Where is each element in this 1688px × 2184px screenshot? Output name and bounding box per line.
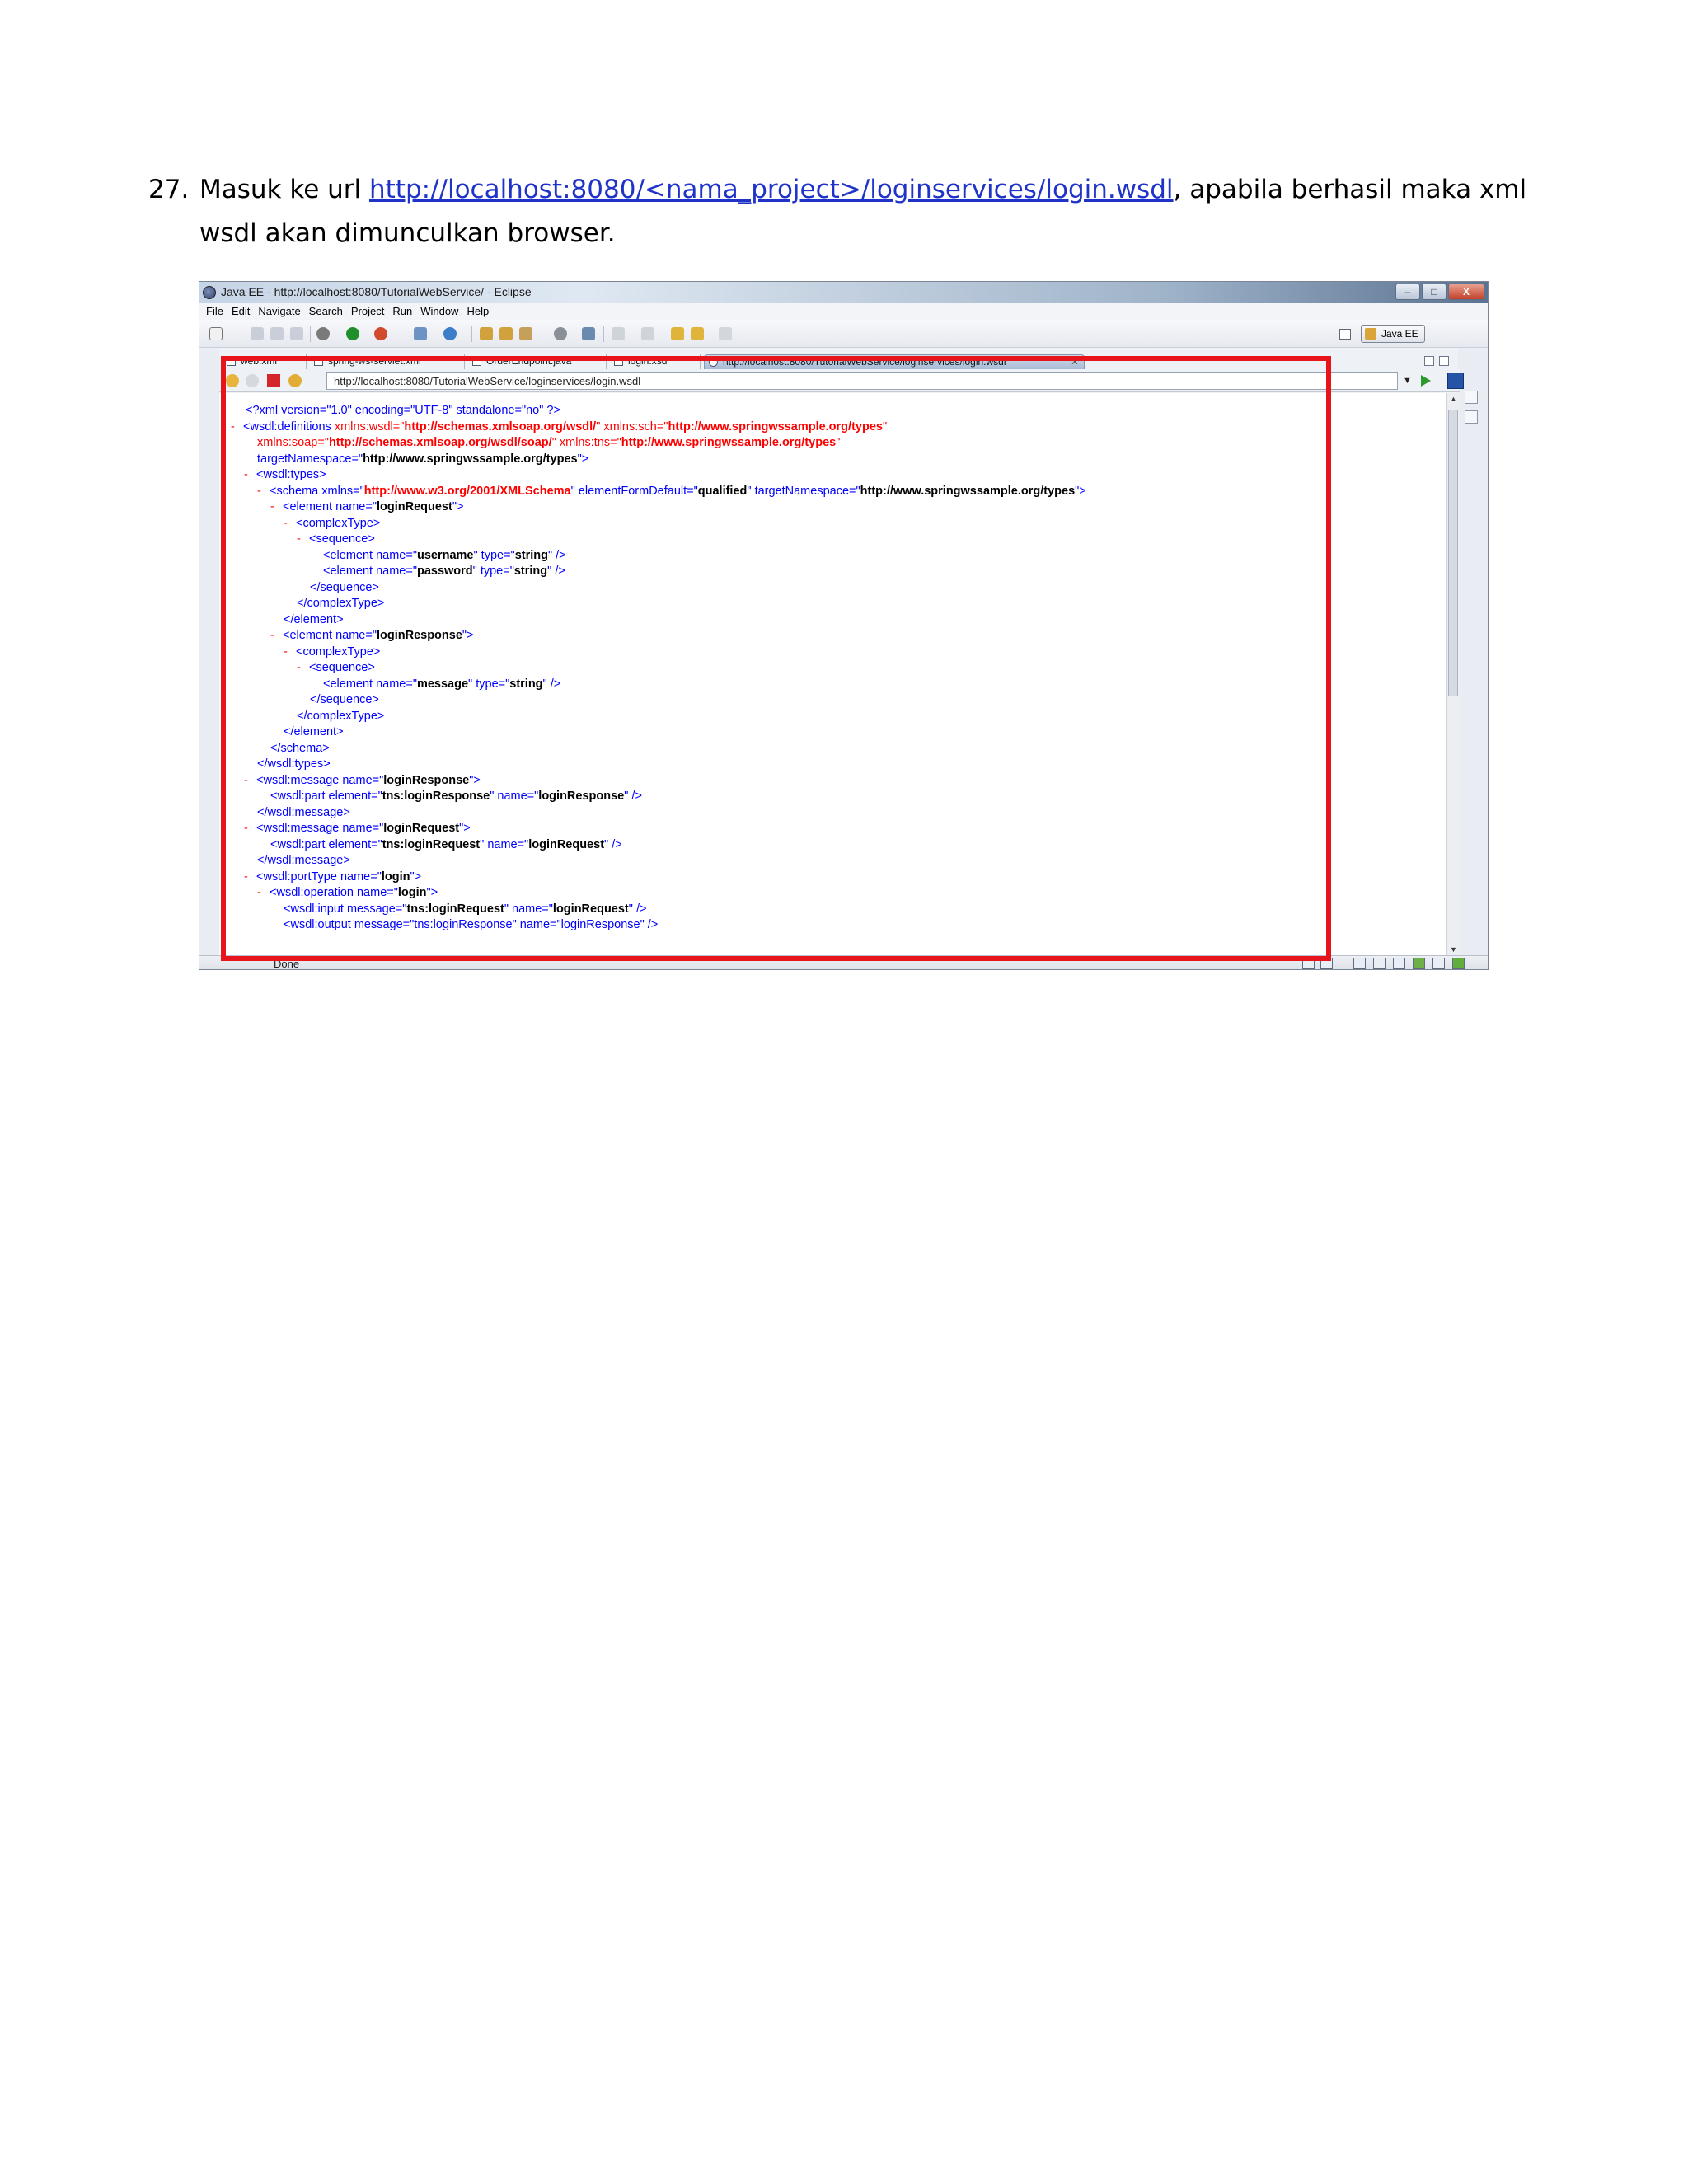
run-icon[interactable] xyxy=(346,327,359,340)
prev-annotation-icon[interactable] xyxy=(641,327,654,340)
menu-file[interactable]: File xyxy=(206,303,232,320)
open-type-icon[interactable] xyxy=(480,327,493,340)
menu-window[interactable]: Window xyxy=(420,303,467,320)
status-icon[interactable] xyxy=(1452,958,1465,969)
last-edit-icon[interactable] xyxy=(671,327,684,340)
instruction-text: Masuk ke url http://localhost:8080/<nama… xyxy=(199,168,1551,255)
window-title: Java EE - http://localhost:8080/Tutorial… xyxy=(221,285,532,298)
external-browser-icon[interactable] xyxy=(1447,373,1464,389)
menu-navigate[interactable]: Navigate xyxy=(258,303,308,320)
perspective-icon xyxy=(1365,328,1376,340)
minimize-button[interactable]: – xyxy=(1395,284,1420,300)
title-bar: Java EE - http://localhost:8080/Tutorial… xyxy=(199,282,1488,303)
instruction-prefix: Masuk ke url xyxy=(199,175,369,204)
globe-icon[interactable] xyxy=(554,327,567,340)
status-icon[interactable] xyxy=(1393,958,1405,969)
go-icon[interactable] xyxy=(1421,375,1431,387)
right-trim-bar xyxy=(1458,349,1488,959)
main-toolbar: Java EE xyxy=(199,320,1488,348)
save-icon[interactable] xyxy=(251,327,264,340)
open-perspective-icon[interactable] xyxy=(1339,329,1351,340)
build-icon[interactable] xyxy=(316,327,330,340)
red-highlight-box xyxy=(221,356,1331,961)
left-trim-bar xyxy=(199,349,219,959)
save-all-icon[interactable] xyxy=(270,327,284,340)
forward-icon[interactable] xyxy=(719,327,732,340)
close-button[interactable]: X xyxy=(1448,284,1484,300)
menu-edit[interactable]: Edit xyxy=(232,303,258,320)
new-icon[interactable] xyxy=(209,327,223,340)
menu-help[interactable]: Help xyxy=(467,303,497,320)
toolbar-separator xyxy=(310,326,311,342)
task-list-icon[interactable] xyxy=(1465,410,1478,424)
step-number: 27. xyxy=(148,175,190,204)
status-icon[interactable] xyxy=(1373,958,1386,969)
open-resource-icon[interactable] xyxy=(499,327,513,340)
web-icon[interactable] xyxy=(443,327,457,340)
scroll-down-icon[interactable]: ▼ xyxy=(1450,945,1457,954)
java-ee-perspective-button[interactable]: Java EE xyxy=(1361,325,1425,343)
next-annotation-icon[interactable] xyxy=(612,327,625,340)
maximize-view-icon[interactable] xyxy=(1439,356,1449,366)
menu-bar: File Edit Navigate Search Project Run Wi… xyxy=(199,303,1488,320)
menu-project[interactable]: Project xyxy=(351,303,392,320)
menu-run[interactable]: Run xyxy=(392,303,420,320)
toolbar-separator xyxy=(603,326,604,342)
maximize-button[interactable]: □ xyxy=(1422,284,1447,300)
back-icon[interactable] xyxy=(691,327,704,340)
wsdl-url-link[interactable]: http://localhost:8080/<nama_project>/log… xyxy=(369,175,1174,204)
minimize-view-icon[interactable] xyxy=(1424,356,1434,366)
menu-search[interactable]: Search xyxy=(309,303,351,320)
server-icon[interactable] xyxy=(414,327,427,340)
search-icon[interactable] xyxy=(582,327,595,340)
perspective-label: Java EE xyxy=(1381,328,1418,340)
status-icon[interactable] xyxy=(1432,958,1445,969)
url-dropdown-icon[interactable]: ▼ xyxy=(1403,376,1412,386)
scrollbar-thumb[interactable] xyxy=(1448,410,1458,696)
outline-view-icon[interactable] xyxy=(1465,391,1478,404)
vertical-scrollbar[interactable]: ▲ ▼ xyxy=(1446,393,1460,955)
pen-icon[interactable] xyxy=(519,327,532,340)
status-icon[interactable] xyxy=(1353,958,1366,969)
status-icon[interactable] xyxy=(1413,958,1425,969)
eclipse-app-icon xyxy=(203,286,216,299)
debug-icon[interactable] xyxy=(374,327,387,340)
print-icon[interactable] xyxy=(290,327,303,340)
window-controls: – □ X xyxy=(1395,284,1484,300)
scroll-up-icon[interactable]: ▲ xyxy=(1450,395,1457,403)
toolbar-separator xyxy=(471,326,472,342)
